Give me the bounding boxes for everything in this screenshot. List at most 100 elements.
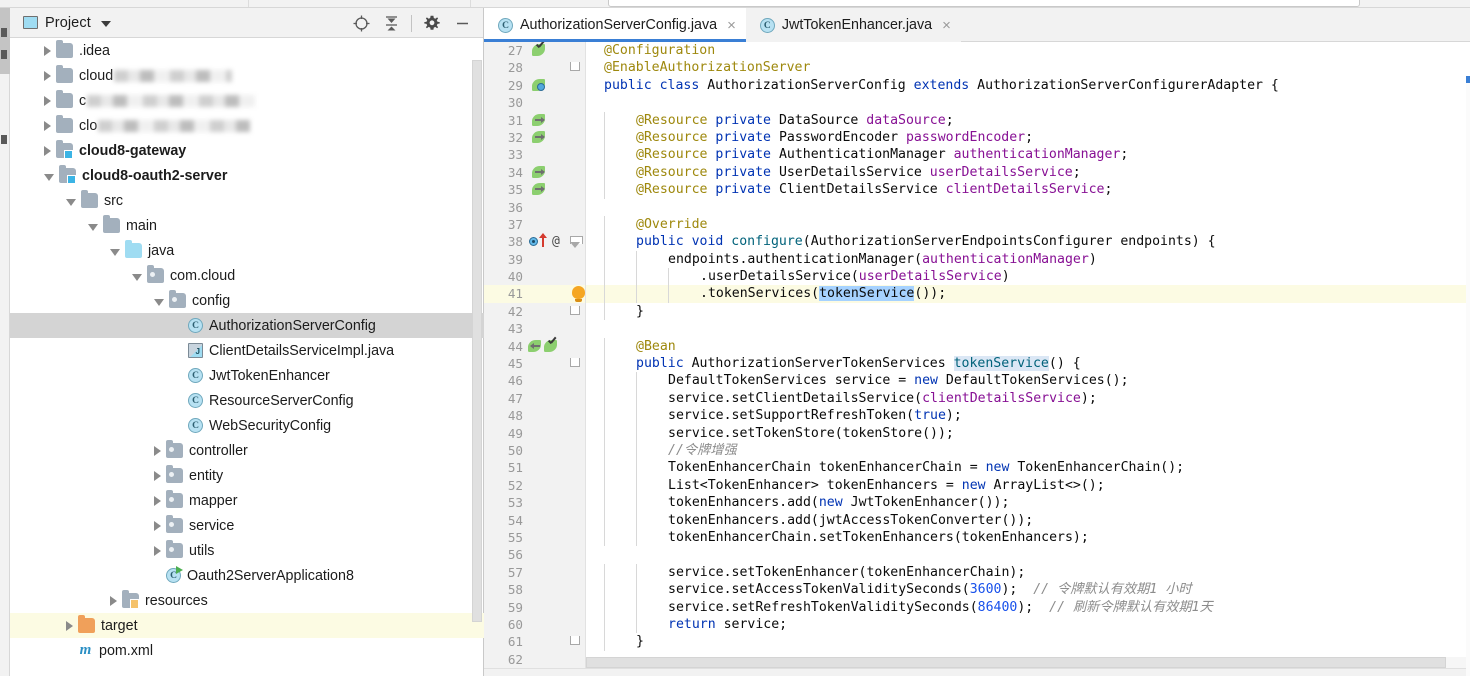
chevron-right-icon[interactable] (44, 95, 51, 106)
project-title-group[interactable]: Project (10, 15, 111, 31)
tree-item-config[interactable]: config (10, 288, 484, 313)
gutter-row[interactable]: 39 (484, 251, 586, 268)
chevron-down-icon[interactable] (66, 198, 76, 206)
code-line[interactable]: tokenEnhancers.add(jwtAccessTokenConvert… (586, 511, 1470, 529)
tree-item-controller[interactable]: controller (10, 438, 484, 463)
fold-marker[interactable] (570, 62, 580, 72)
project-scrollbar-thumb[interactable] (472, 60, 482, 622)
minimize-icon[interactable] (449, 10, 475, 36)
code-line[interactable]: service.setTokenEnhancer(tokenEnhancerCh… (586, 563, 1470, 582)
spring-autowired-icon[interactable] (532, 113, 546, 127)
tree-item-main[interactable]: main (10, 213, 484, 238)
gutter-row[interactable]: 46 (484, 372, 586, 389)
fold-end-marker[interactable] (570, 305, 580, 315)
gutter-row[interactable]: 57 (484, 564, 586, 581)
code-line[interactable]: DefaultTokenServices service = new Defau… (586, 372, 1470, 390)
spring-autowired-icon[interactable] (532, 165, 546, 179)
overriding-method-icon[interactable] (539, 233, 547, 248)
chevron-right-icon[interactable] (154, 445, 161, 456)
chevron-right-icon[interactable] (66, 620, 73, 631)
chevron-down-icon[interactable] (44, 173, 54, 181)
rail-tick-2[interactable] (1, 50, 7, 59)
rail-tick-1[interactable] (1, 28, 7, 37)
code-line[interactable]: public AuthorizationServerTokenServices … (586, 355, 1470, 373)
tree-item-service[interactable]: service (10, 513, 484, 538)
chevron-right-icon[interactable] (44, 145, 51, 156)
spring-bean-icon[interactable] (544, 339, 558, 353)
gutter-row[interactable]: 53 (484, 494, 586, 511)
code-editor[interactable]: 27 28 29 30 31 32 33 34 35 36 37 38 @39 40 41 42 43 44 45 4… (484, 42, 1470, 676)
chevron-down-icon[interactable] (110, 248, 120, 256)
code-line[interactable]: @Resource private DataSource dataSource; (586, 111, 1470, 129)
code-line[interactable]: @Override (586, 215, 1470, 234)
chevron-right-icon[interactable] (154, 495, 161, 506)
gutter-row[interactable]: 29 (484, 77, 586, 94)
close-icon[interactable]: × (724, 18, 736, 33)
code-line[interactable]: public void configure(AuthorizationServe… (586, 233, 1470, 251)
gear-icon[interactable] (419, 10, 445, 36)
gutter-row[interactable]: 30 (484, 94, 586, 111)
code-line[interactable]: return service; (586, 615, 1470, 634)
chevron-right-icon[interactable] (44, 70, 51, 81)
tree-item-entity[interactable]: entity (10, 463, 484, 488)
code-line[interactable]: @Bean (586, 337, 1470, 356)
editor-hscroll-thumb[interactable] (586, 657, 1446, 668)
tree-item-target[interactable]: target (10, 613, 484, 638)
gutter-row[interactable]: 48 (484, 407, 586, 424)
gutter-row[interactable]: 44 (484, 338, 586, 355)
code-line[interactable]: @EnableAuthorizationServer (586, 59, 1470, 76)
gutter-row[interactable]: 33 (484, 146, 586, 163)
code-line[interactable]: //令牌增强 (586, 441, 1470, 460)
code-line[interactable]: .tokenServices(tokenService()); (586, 285, 1470, 303)
chevron-down-icon[interactable] (100, 20, 111, 27)
editor-tab-jwttokenenhancer[interactable]: C JwtTokenEnhancer.java × (745, 8, 961, 42)
tree-item-utils[interactable]: utils (10, 538, 484, 563)
gutter-row[interactable]: 42 (484, 303, 586, 320)
tree-item-cloud8-oauth2-server[interactable]: cloud8-oauth2-server (10, 163, 484, 188)
gutter-row[interactable]: 40 (484, 268, 586, 285)
fold-end-marker[interactable] (570, 636, 580, 646)
tree-item-java[interactable]: java (10, 238, 484, 263)
code-line[interactable]: service.setClientDetailsService(clientDe… (586, 389, 1470, 408)
implemented-method-icon[interactable] (529, 237, 538, 247)
chevron-down-icon[interactable] (88, 223, 98, 231)
spring-bean-navigate-icon[interactable] (528, 339, 542, 353)
gutter-row[interactable]: 52 (484, 477, 586, 494)
chevron-right-icon[interactable] (44, 120, 51, 131)
gutter-row[interactable]: 32 (484, 129, 586, 146)
gutter-row[interactable]: 58 (484, 581, 586, 598)
gutter-row[interactable]: 31 (484, 112, 586, 129)
gutter-row[interactable]: 43 (484, 320, 586, 337)
tree-item-websecurityconfig[interactable]: C WebSecurityConfig (10, 413, 484, 438)
code-line[interactable]: @Resource private UserDetailsService use… (586, 163, 1470, 182)
spring-bean-icon[interactable] (532, 44, 546, 57)
chevron-right-icon[interactable] (44, 45, 51, 56)
gutter-row[interactable]: 51 (484, 459, 586, 476)
chevron-right-icon[interactable] (154, 470, 161, 481)
tree-item-mapper[interactable]: mapper (10, 488, 484, 513)
code-line[interactable]: List<TokenEnhancer> tokenEnhancers = new… (586, 476, 1470, 495)
tree-item-clo[interactable]: clo (10, 113, 484, 138)
tree-item-pom-xml[interactable]: m pom.xml (10, 638, 484, 663)
tree-item-cloud[interactable]: cloud (10, 63, 484, 88)
code-line[interactable]: service.setRefreshTokenValiditySeconds(8… (586, 598, 1470, 616)
tree-item-idea[interactable]: .idea (10, 38, 484, 63)
gutter-row[interactable]: 60 (484, 616, 586, 633)
project-file-tree[interactable]: .idea cloud c clo cloud8-gateway cloud8-oauth… (10, 38, 484, 676)
tree-item-authorizationserverconfig[interactable]: C AuthorizationServerConfig (10, 313, 484, 338)
code-line[interactable]: service.setSupportRefreshToken(true); (586, 407, 1470, 425)
spring-autowired-icon[interactable] (532, 183, 546, 196)
annotation-gutter-icon[interactable]: @ (552, 233, 560, 250)
chevron-right-icon[interactable] (154, 545, 161, 556)
gutter-row[interactable]: 36 (484, 199, 586, 216)
gutter-row[interactable]: 38 @ (484, 233, 586, 250)
gutter-row[interactable]: 56 (484, 546, 586, 563)
gutter-row[interactable]: 41 (484, 285, 586, 303)
code-line[interactable]: } (586, 633, 1470, 651)
code-line[interactable]: service.setAccessTokenValiditySeconds(36… (586, 581, 1470, 599)
spring-autowired-icon[interactable] (532, 130, 546, 144)
editor-tab-authorizationserverconfig[interactable]: C AuthorizationServerConfig.java × (484, 8, 746, 42)
chevron-right-icon[interactable] (154, 520, 161, 531)
chevron-down-icon[interactable] (132, 273, 142, 281)
code-line[interactable]: endpoints.authenticationManager(authenti… (586, 250, 1470, 269)
